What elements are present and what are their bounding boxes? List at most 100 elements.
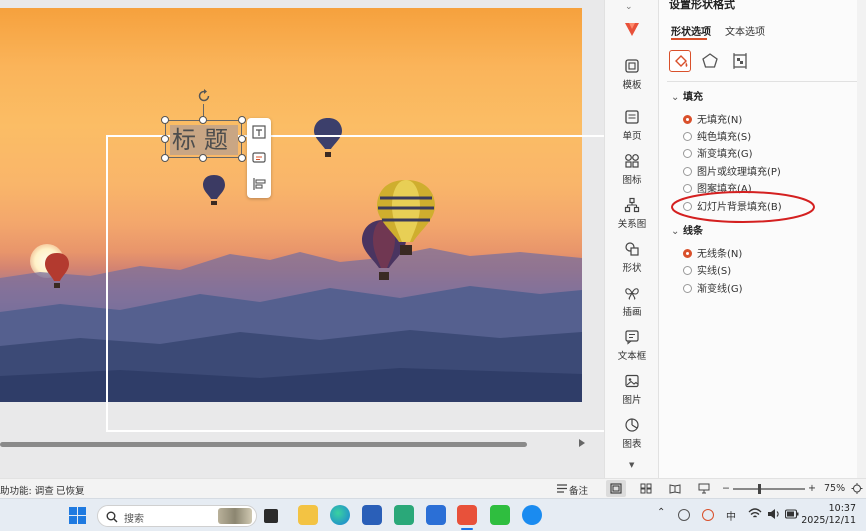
- system-clock[interactable]: 10:37 2025/12/11: [800, 503, 856, 527]
- accessibility-status[interactable]: 助功能: 调查: [0, 483, 54, 497]
- show-hidden-icons-chevron-icon[interactable]: ⌃: [657, 507, 665, 518]
- size-properties-icon: [733, 53, 747, 69]
- radio-no-line[interactable]: 无线条(N): [683, 245, 742, 260]
- resize-handle[interactable]: [199, 116, 207, 124]
- collapse-chevron-icon[interactable]: ⌄: [625, 2, 633, 12]
- recovered-status: 已恢复: [56, 486, 85, 497]
- task-view-icon[interactable]: [264, 509, 278, 523]
- taskbar-search-box[interactable]: 搜索: [97, 505, 257, 527]
- status-bar: 助功能: 调查 已恢复 备注 − + 75%: [0, 478, 866, 498]
- zoom-slider-thumb[interactable]: [758, 484, 761, 494]
- battery-icon[interactable]: [785, 509, 799, 519]
- resize-handle[interactable]: [238, 135, 246, 143]
- more-tools-arrow-icon[interactable]: ▼: [629, 461, 634, 469]
- sync-icon[interactable]: [702, 509, 714, 521]
- title-textbox[interactable]: 标题: [165, 120, 242, 158]
- insert-tools-column: ⌄ 模板 单页 图标 关系图 形状 插画 文本框 图片 图表 ▼: [604, 0, 658, 478]
- comment-icon[interactable]: [251, 150, 267, 166]
- network-status-icon[interactable]: [678, 509, 690, 521]
- tool-template[interactable]: 模板: [605, 58, 659, 96]
- resize-handle[interactable]: [199, 154, 207, 162]
- radio-solid-fill[interactable]: 纯色填充(S): [683, 128, 751, 143]
- slide-editing-canvas[interactable]: 标题: [0, 0, 604, 478]
- floating-quick-toolbar: [247, 118, 271, 198]
- scroll-right-arrow-icon[interactable]: [579, 439, 585, 447]
- pane-title: 设置形状格式: [669, 0, 735, 11]
- clock-date: 2025/12/11: [801, 515, 856, 526]
- presentation-app-icon[interactable]: [457, 505, 477, 525]
- radio-solid-line[interactable]: 实线(S): [683, 262, 731, 277]
- align-icon[interactable]: [251, 176, 267, 192]
- pane-scrollbar[interactable]: [857, 0, 866, 478]
- tab-shape-options[interactable]: 形状选项: [671, 23, 711, 38]
- edge-browser-icon[interactable]: [330, 505, 350, 525]
- size-and-properties-tab[interactable]: [729, 50, 751, 72]
- textbox-icon: [625, 330, 639, 345]
- reading-view-icon[interactable]: [669, 483, 681, 494]
- resize-handle[interactable]: [161, 154, 169, 162]
- pentagon-effects-icon: [702, 53, 718, 68]
- zoom-in-button[interactable]: +: [808, 483, 816, 494]
- slide-boundary-guide: [106, 135, 604, 432]
- app-icon[interactable]: [522, 505, 542, 525]
- tool-chart[interactable]: 图表: [605, 417, 659, 455]
- chart-icon: [625, 418, 639, 432]
- radio-picture-texture-fill[interactable]: 图片或纹理填充(P): [683, 163, 781, 178]
- zoom-slider[interactable]: [733, 488, 805, 490]
- slide-sorter-icon[interactable]: [640, 483, 652, 494]
- tool-textbox[interactable]: 文本框: [605, 329, 659, 367]
- ime-indicator[interactable]: 中: [726, 508, 736, 523]
- active-app-indicator: [461, 528, 473, 530]
- normal-view-icon: [610, 483, 622, 494]
- resize-handle[interactable]: [161, 116, 169, 124]
- fill-and-line-tab[interactable]: [669, 50, 691, 72]
- search-icon: [106, 511, 118, 523]
- app-logo-icon: [625, 23, 639, 36]
- zoom-level[interactable]: 75%: [824, 483, 845, 494]
- slideshow-icon[interactable]: [698, 483, 710, 494]
- fill-section-header[interactable]: ⌄ 填充: [671, 88, 703, 103]
- illustration-icon: [625, 288, 639, 300]
- resize-handle[interactable]: [238, 116, 246, 124]
- clock-time: 10:37: [828, 503, 856, 514]
- effects-tab[interactable]: [699, 50, 721, 72]
- relationship-diagram-icon: [624, 197, 640, 213]
- tool-illustration[interactable]: 插画: [605, 285, 659, 323]
- single-page-icon: [625, 110, 639, 124]
- wifi-icon[interactable]: [748, 508, 762, 520]
- radio-no-fill[interactable]: 无填充(N): [683, 111, 742, 126]
- app-icon[interactable]: [394, 505, 414, 525]
- tool-single-page[interactable]: 单页: [605, 109, 659, 147]
- volume-icon[interactable]: [767, 508, 781, 520]
- file-explorer-icon[interactable]: [298, 505, 318, 525]
- resize-handle[interactable]: [161, 135, 169, 143]
- tool-shapes[interactable]: 形状: [605, 241, 659, 279]
- radio-gradient-line[interactable]: 渐变线(G): [683, 280, 743, 295]
- radio-gradient-fill[interactable]: 渐变填充(G): [683, 145, 753, 160]
- search-placeholder: 搜索: [124, 514, 144, 525]
- fit-to-window-icon[interactable]: [851, 483, 863, 494]
- horizontal-scrollbar[interactable]: [0, 437, 590, 451]
- paint-bucket-icon: [675, 55, 688, 67]
- windows-start-icon[interactable]: [69, 507, 86, 524]
- normal-view-button[interactable]: [606, 480, 626, 497]
- tool-relationship-diagram[interactable]: 关系图: [605, 197, 659, 235]
- red-annotation-ellipse: [671, 191, 815, 223]
- microsoft-store-icon[interactable]: [362, 505, 382, 525]
- wechat-icon[interactable]: [490, 505, 510, 525]
- word-icon[interactable]: [426, 505, 446, 525]
- tab-text-options[interactable]: 文本选项: [725, 23, 765, 38]
- zoom-out-button[interactable]: −: [722, 483, 730, 494]
- title-text[interactable]: 标题: [170, 125, 238, 155]
- scrollbar-thumb[interactable]: [0, 442, 527, 447]
- pane-divider: [667, 81, 863, 82]
- tool-icons[interactable]: 图标: [605, 153, 659, 191]
- tool-picture[interactable]: 图片: [605, 373, 659, 411]
- template-icon: [625, 59, 639, 73]
- rotate-icon[interactable]: [196, 88, 212, 104]
- notes-button[interactable]: 备注: [569, 483, 588, 497]
- notes-icon: [557, 484, 567, 493]
- line-section-header[interactable]: ⌄ 线条: [671, 222, 703, 237]
- resize-handle[interactable]: [238, 154, 246, 162]
- text-box-style-icon[interactable]: [251, 124, 267, 140]
